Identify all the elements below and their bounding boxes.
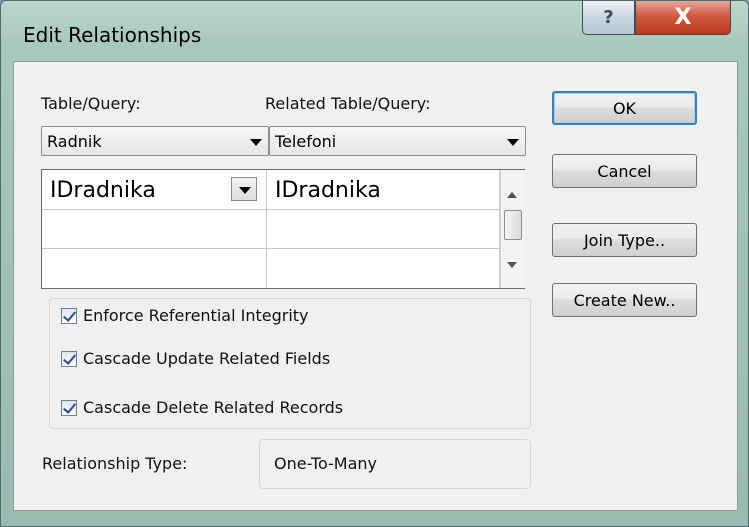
scroll-up-icon[interactable] <box>507 192 517 198</box>
left-field-cell-3[interactable] <box>42 249 267 288</box>
right-field-cell-1[interactable]: IDradnika <box>267 170 500 210</box>
table-query-select[interactable]: Radnik <box>41 126 269 156</box>
right-field-cell-3[interactable] <box>267 249 500 288</box>
help-button[interactable]: ? <box>582 1 635 35</box>
window-title: Edit Relationships <box>23 23 202 47</box>
field-mapping-grid: IDradnika IDradnika <box>41 169 525 289</box>
help-icon: ? <box>603 7 614 28</box>
cascade-delete-label: Cascade Delete Related Records <box>83 398 344 417</box>
cascade-delete-checkbox[interactable]: Cascade Delete Related Records <box>61 398 343 417</box>
checkbox-checked-icon[interactable] <box>61 399 77 416</box>
table-query-value: Radnik <box>47 132 102 151</box>
right-field-value: IDradnika <box>275 178 381 203</box>
chevron-down-icon <box>507 139 519 146</box>
scroll-thumb[interactable] <box>504 210 522 240</box>
field-dropdown-button[interactable] <box>231 177 257 201</box>
checkbox-checked-icon[interactable] <box>61 350 77 367</box>
left-field-cell-2[interactable] <box>42 210 267 249</box>
cascade-update-label: Cascade Update Related Fields <box>83 349 331 368</box>
edit-relationships-dialog: Edit Relationships ? X Table/Query: Rela… <box>0 0 749 527</box>
grid-scrollbar[interactable] <box>500 170 525 288</box>
chevron-down-icon <box>250 139 262 146</box>
relationship-type-label: Relationship Type: <box>42 454 188 473</box>
left-field-value: IDradnika <box>50 178 156 203</box>
related-table-query-label: Related Table/Query: <box>265 94 431 113</box>
enforce-integrity-checkbox[interactable]: Enforce Referential Integrity <box>61 306 309 325</box>
left-field-cell-1[interactable]: IDradnika <box>42 170 267 210</box>
related-table-query-select[interactable]: Telefoni <box>269 126 526 156</box>
relationship-type-value: One-To-Many <box>274 454 378 473</box>
ok-button[interactable]: OK <box>552 91 697 125</box>
cancel-button[interactable]: Cancel <box>552 154 697 188</box>
table-query-label: Table/Query: <box>41 94 141 113</box>
checkbox-checked-icon[interactable] <box>61 307 77 324</box>
related-table-query-value: Telefoni <box>275 132 337 151</box>
close-button[interactable]: X <box>635 1 731 35</box>
join-type-button[interactable]: Join Type.. <box>552 223 697 257</box>
close-icon: X <box>674 5 692 30</box>
scroll-down-icon[interactable] <box>507 262 517 268</box>
enforce-integrity-label: Enforce Referential Integrity <box>83 306 309 325</box>
cascade-update-checkbox[interactable]: Cascade Update Related Fields <box>61 349 330 368</box>
right-field-cell-2[interactable] <box>267 210 500 249</box>
create-new-button[interactable]: Create New.. <box>552 283 697 317</box>
